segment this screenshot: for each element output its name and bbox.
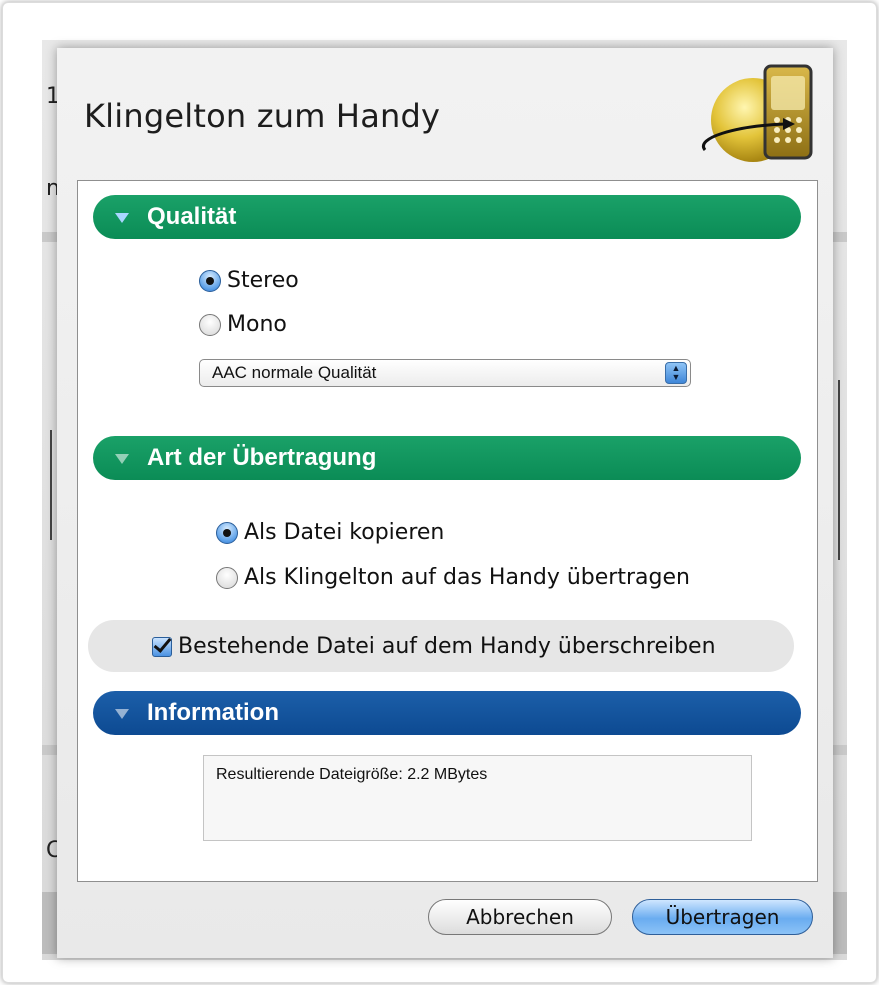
radio-button-selected[interactable] <box>216 521 238 544</box>
overwrite-checkbox[interactable] <box>152 636 172 657</box>
disclosure-triangle-icon[interactable] <box>115 709 129 719</box>
radio-button[interactable] <box>199 313 221 336</box>
format-select-value: AAC normale Qualität <box>212 363 377 382</box>
information-section-label: Information <box>147 699 279 726</box>
resulting-file-size: Resultierende Dateigröße: 2.2 MBytes <box>216 766 488 783</box>
transfer-button[interactable]: Übertragen <box>632 899 813 935</box>
cancel-button[interactable]: Abbrechen <box>428 899 612 935</box>
overwrite-checkbox-label: Bestehende Datei auf dem Handy überschre… <box>178 634 716 659</box>
radio-ringtone-transfer[interactable]: Als Klingelton auf das Handy übertragen <box>216 565 690 590</box>
radio-button-selected[interactable] <box>199 269 221 292</box>
quality-section-header[interactable]: Qualität <box>93 195 801 239</box>
format-select[interactable]: AAC normale Qualität ▲ ▼ <box>199 359 691 387</box>
transfer-section-header[interactable]: Art der Übertragung <box>93 436 801 480</box>
radio-copy-file-label: Als Datei kopieren <box>244 520 445 545</box>
radio-ringtone-transfer-label: Als Klingelton auf das Handy übertragen <box>244 565 690 590</box>
waveform-line <box>838 380 840 560</box>
phone-globe-icon <box>701 64 813 162</box>
transfer-section-label: Art der Übertragung <box>147 444 377 471</box>
overwrite-checkbox-row[interactable]: Bestehende Datei auf dem Handy überschre… <box>152 634 716 659</box>
radio-copy-file[interactable]: Als Datei kopieren <box>216 520 444 545</box>
disclosure-triangle-icon[interactable] <box>115 454 129 464</box>
radio-mono-label: Mono <box>227 312 287 337</box>
select-arrows-icon: ▲ ▼ <box>665 362 687 384</box>
dialog-title: Klingelton zum Handy <box>84 97 441 135</box>
radio-button[interactable] <box>216 566 238 589</box>
radio-stereo[interactable]: Stereo <box>199 268 299 293</box>
waveform-line <box>50 430 52 540</box>
information-box: Resultierende Dateigröße: 2.2 MBytes <box>203 755 752 841</box>
disclosure-triangle-icon[interactable] <box>115 213 129 223</box>
radio-mono[interactable]: Mono <box>199 312 287 337</box>
radio-stereo-label: Stereo <box>227 268 299 293</box>
quality-section-label: Qualität <box>147 203 237 230</box>
information-section-header[interactable]: Information <box>93 691 801 735</box>
